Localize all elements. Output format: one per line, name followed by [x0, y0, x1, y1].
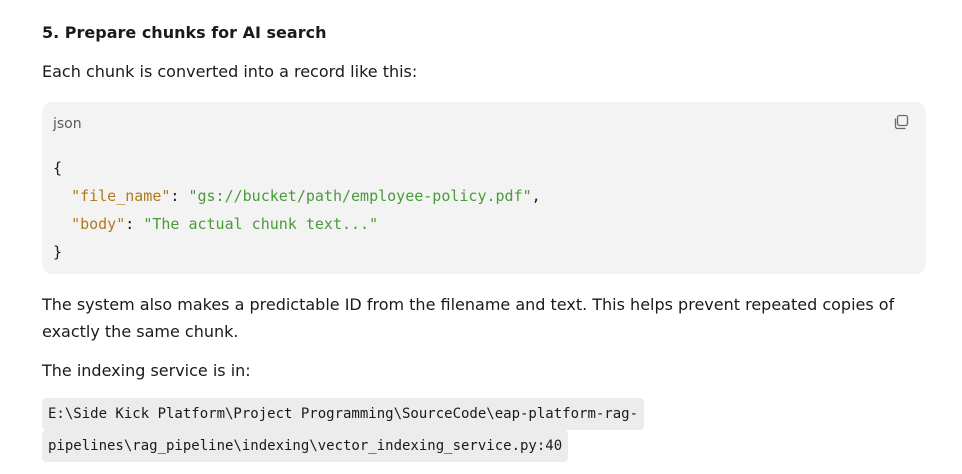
code-value-body: "The actual chunk text..." — [143, 215, 379, 233]
code-key-file-name: "file_name" — [71, 187, 171, 205]
file-path: E:\Side Kick Platform\Project Programmin… — [42, 398, 926, 462]
code-colon: : — [170, 187, 189, 205]
code-block: json { "file_name": "gs://bucket/path/em… — [42, 102, 926, 274]
file-path-line-1: E:\Side Kick Platform\Project Programmin… — [42, 398, 645, 430]
copy-icon — [894, 114, 909, 130]
copy-code-button[interactable] — [892, 113, 910, 131]
code-colon: : — [125, 215, 144, 233]
code-comma: , — [531, 187, 541, 205]
code-close-brace: } — [53, 243, 63, 261]
intro-paragraph: Each chunk is converted into a record li… — [42, 62, 418, 81]
code-content: { "file_name": "gs://bucket/path/employe… — [53, 154, 541, 266]
explanation-paragraph: The system also makes a predictable ID f… — [42, 295, 895, 341]
location-intro-paragraph: The indexing service is in: — [42, 361, 251, 380]
code-value-file-name: "gs://bucket/path/employee-policy.pdf" — [188, 187, 532, 205]
code-key-body: "body" — [71, 215, 126, 233]
code-language-label: json — [53, 116, 82, 132]
file-path-line-2: pipelines\rag_pipeline\indexing\vector_i… — [42, 430, 569, 462]
code-open-brace: { — [53, 159, 63, 177]
section-heading: 5. Prepare chunks for AI search — [42, 23, 327, 42]
